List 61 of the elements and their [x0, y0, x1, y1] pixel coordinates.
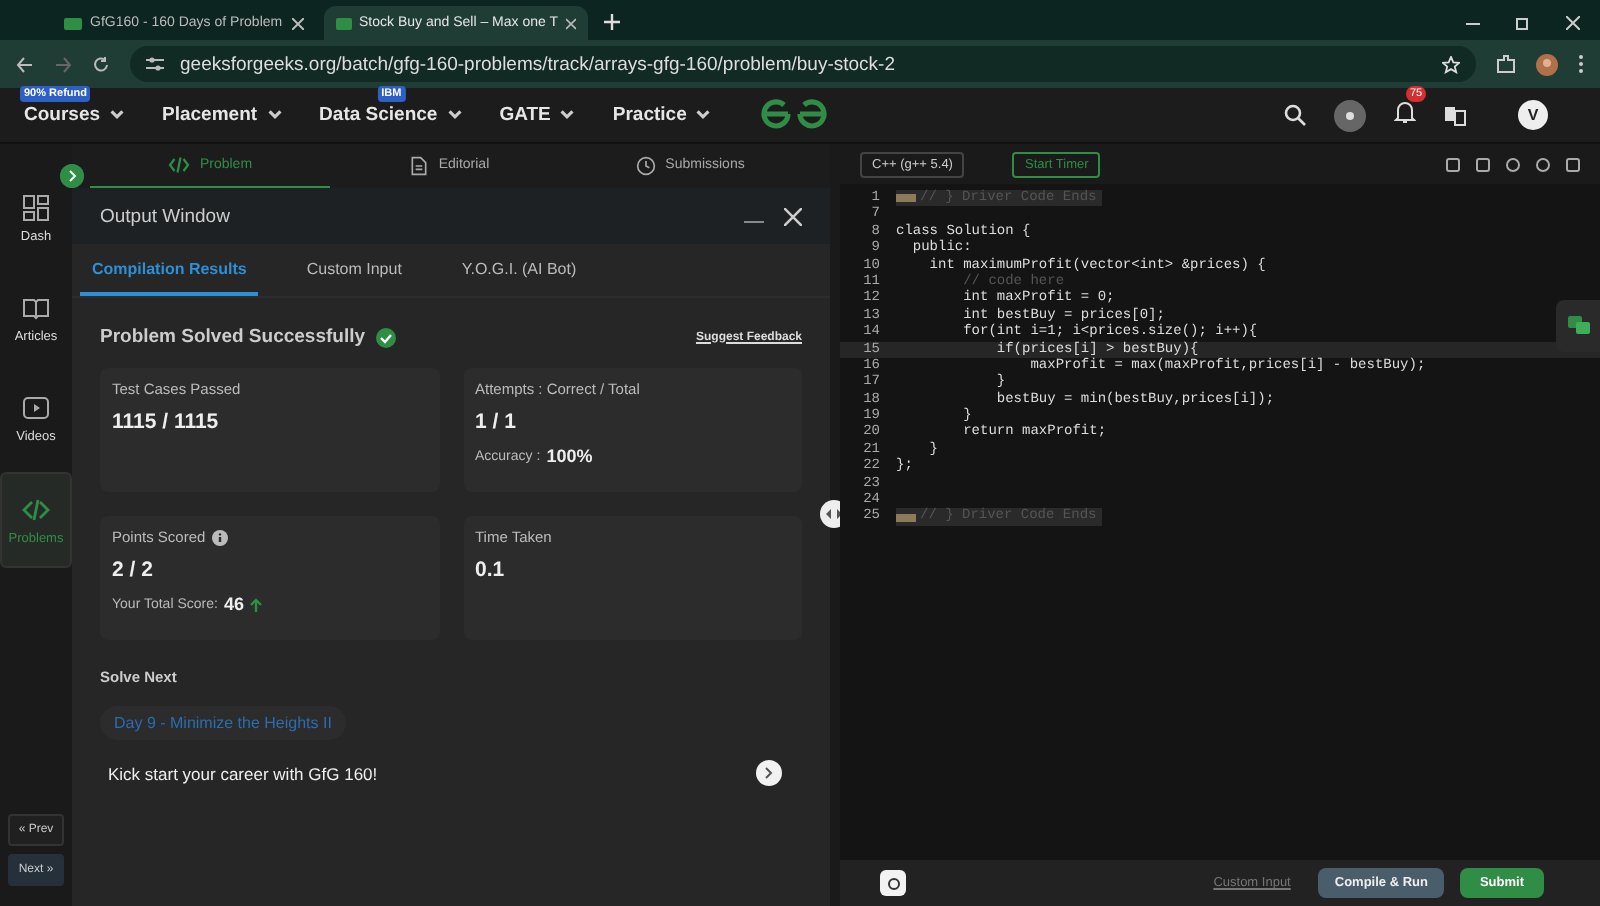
- dashboard-icon: [22, 193, 50, 221]
- extensions-icon[interactable]: [1496, 54, 1516, 74]
- chat-icon: [1567, 316, 1589, 336]
- check-circle-icon: [375, 327, 396, 347]
- video-icon: [22, 393, 50, 421]
- close-icon[interactable]: [784, 207, 802, 225]
- close-icon[interactable]: [292, 17, 304, 29]
- chevron-right-icon: [764, 766, 774, 780]
- site-icon: [64, 17, 82, 29]
- site-settings-icon: [146, 56, 164, 72]
- back-icon[interactable]: [16, 55, 34, 73]
- close-icon[interactable]: [566, 17, 576, 29]
- code-icon: [22, 495, 50, 523]
- restore-icon[interactable]: [1516, 16, 1530, 30]
- close-icon[interactable]: [1566, 16, 1580, 30]
- card-note-value: 100%: [546, 446, 593, 466]
- nav-menu-item[interactable]: Placement: [162, 104, 284, 126]
- chat-button[interactable]: [1556, 300, 1600, 352]
- status-message: Problem Solved Successfully: [100, 326, 366, 348]
- nav-menu-item[interactable]: GATE: [499, 104, 577, 126]
- card-value: 2 / 2: [112, 558, 155, 582]
- chevron-down-icon: [694, 106, 713, 124]
- chevron-down-icon: [558, 106, 577, 124]
- nav-menu-item[interactable]: Practice: [612, 104, 713, 126]
- clock-icon: [635, 155, 656, 175]
- code-icon: [167, 156, 190, 174]
- chevron-down-icon: [108, 106, 127, 124]
- chevron-down-icon: [265, 106, 284, 124]
- output-tab[interactable]: Compilation Results: [80, 244, 259, 296]
- book-icon: [22, 293, 50, 321]
- next-arrow-button[interactable]: [756, 760, 782, 786]
- user-avatar[interactable]: V: [1518, 100, 1548, 130]
- card-note-value: 46: [223, 594, 244, 614]
- card-value: 0.1: [475, 558, 507, 582]
- more-icon[interactable]: [1578, 54, 1584, 74]
- profile-avatar-icon[interactable]: [1536, 53, 1558, 75]
- new-tab-icon[interactable]: [604, 14, 620, 30]
- nav-menu-item[interactable]: Courses: [24, 104, 127, 126]
- site-icon: [336, 17, 352, 29]
- settings-button[interactable]: [880, 870, 906, 896]
- resize-arrows-icon: [826, 508, 842, 520]
- card-value: 1 / 1: [475, 410, 518, 434]
- promo-text: Kick start your career with GfG 160!: [108, 763, 378, 783]
- theme-toggle[interactable]: [1334, 99, 1366, 131]
- chevron-down-icon: [445, 106, 464, 124]
- star-icon[interactable]: [1442, 55, 1460, 73]
- expand-icon[interactable]: [60, 164, 84, 188]
- translate-icon[interactable]: [1444, 105, 1466, 125]
- output-tab[interactable]: Custom Input: [294, 244, 414, 296]
- document-icon: [410, 155, 429, 175]
- search-icon[interactable]: [1284, 104, 1306, 126]
- logo-icon[interactable]: [760, 98, 828, 130]
- bell-icon[interactable]: [1394, 99, 1416, 123]
- card-value: 1115 / 1115: [112, 410, 221, 434]
- window-title: Output Window: [100, 205, 230, 227]
- info-icon[interactable]: [211, 529, 228, 545]
- address-bar[interactable]: geeksforgeeks.org/batch/gfg-160-problems/track/arrays-gfg-160/problem/buy-stock-2: [130, 46, 1476, 82]
- nav-menu-item[interactable]: Data Science: [319, 104, 464, 126]
- arrow-up-icon: [249, 597, 262, 611]
- reload-icon[interactable]: [92, 55, 110, 73]
- output-tab[interactable]: Y.O.G.I. (AI Bot): [449, 244, 589, 296]
